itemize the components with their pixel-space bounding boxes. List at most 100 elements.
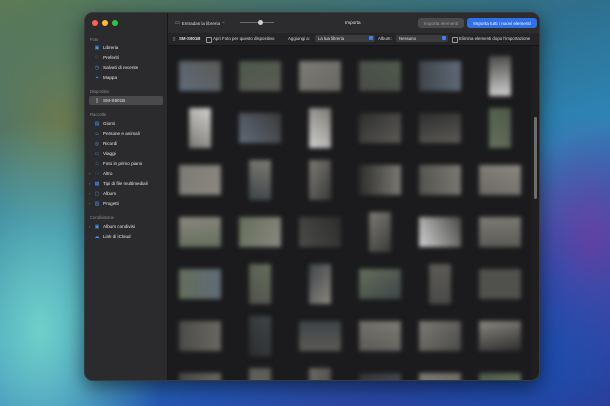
- sidebar-item-altro[interactable]: › ⋯ Altro: [89, 169, 163, 178]
- photo-thumbnail[interactable]: [479, 269, 521, 299]
- map-icon: ⌖: [95, 74, 99, 81]
- photo-thumbnail[interactable]: [359, 321, 401, 351]
- photo-thumbnail[interactable]: [179, 373, 221, 380]
- sidebar-item-link-di-icloud[interactable]: ☁ Link di iCloud: [89, 232, 163, 241]
- photo-thumbnail[interactable]: [489, 56, 511, 96]
- sidebar-item-progetti[interactable]: › ▥ Progetti: [89, 199, 163, 208]
- sidebar-item-label: Link di iCloud: [103, 234, 131, 239]
- sidebar-item-label: SM-S901B: [103, 98, 126, 103]
- projects-icon: ▥: [94, 200, 100, 207]
- photo-thumbnail[interactable]: [299, 61, 341, 91]
- photo-thumbnail[interactable]: [179, 165, 221, 195]
- photo-thumbnail[interactable]: [249, 264, 271, 304]
- star-icon: ☆: [94, 160, 100, 167]
- add-to-popup[interactable]: La tua libreria: [315, 35, 375, 42]
- sidebar-item-preferiti[interactable]: ♡ Preferiti: [89, 53, 163, 62]
- photo-thumbnail[interactable]: [309, 160, 331, 200]
- sidebar-item-giorni[interactable]: ▤ Giorni: [89, 119, 163, 128]
- sidebar-item-album-condivisi[interactable]: › ▣ Album condivisi: [89, 222, 163, 231]
- device-icon: ▯: [173, 36, 176, 41]
- photo-thumbnail[interactable]: [239, 113, 281, 143]
- chevron-right-icon[interactable]: ›: [89, 201, 90, 206]
- library-dropdown[interactable]: ▭ Entradas la libreria ⌃: [175, 20, 225, 26]
- zoom-slider[interactable]: [240, 19, 274, 25]
- zoom-window-button[interactable]: [112, 20, 118, 26]
- sidebar-item-tipi-di-file[interactable]: › ▦ Tipi di file multimediali: [89, 179, 163, 188]
- photo-thumbnail[interactable]: [419, 165, 461, 195]
- add-to-value: La tua libreria: [318, 36, 345, 41]
- photo-thumbnail[interactable]: [429, 264, 451, 304]
- scrollbar[interactable]: [534, 117, 537, 199]
- sidebar-item-foto-in-primo-piano[interactable]: ☆ Foto in primo piano: [89, 159, 163, 168]
- photo-thumbnail[interactable]: [359, 373, 401, 380]
- chevron-down-icon: [442, 36, 446, 41]
- photo-thumbnail[interactable]: [479, 373, 521, 380]
- photo-thumbnail[interactable]: [309, 108, 331, 148]
- photo-thumbnail[interactable]: [419, 373, 461, 380]
- sidebar-item-label: Giorni: [103, 121, 116, 126]
- photo-thumbnail[interactable]: [299, 217, 341, 247]
- sidebar-item-persone-e-animali[interactable]: ☺ Persone e animali: [89, 129, 163, 138]
- photo-thumbnail[interactable]: [179, 61, 221, 91]
- photo-thumbnail[interactable]: [299, 321, 341, 351]
- sidebar-item-album[interactable]: › ▢ Album: [89, 189, 163, 198]
- section-title-condivisione: Condivisione: [90, 215, 114, 220]
- photo-thumbnail[interactable]: [359, 113, 401, 143]
- chevron-down-icon: [369, 36, 373, 41]
- photo-thumbnail[interactable]: [419, 217, 461, 247]
- photo-thumbnail[interactable]: [479, 165, 521, 195]
- photo-thumbnail[interactable]: [179, 269, 221, 299]
- sidebar-item-device[interactable]: ▯ SM-S901B: [89, 96, 163, 105]
- album-popup[interactable]: Nessuno: [396, 35, 448, 42]
- sidebar-item-label: Viaggi: [103, 151, 116, 156]
- photo-thumbnail[interactable]: [419, 61, 461, 91]
- chevron-right-icon[interactable]: ›: [89, 191, 90, 196]
- album-value: Nessuno: [399, 36, 416, 41]
- photo-thumbnail[interactable]: [249, 316, 271, 356]
- minimize-window-button[interactable]: [102, 20, 108, 26]
- sidebar-item-label: Ricordi: [103, 141, 118, 146]
- open-photos-label: Apri Foto per questo dispositivo: [213, 36, 275, 41]
- delete-after-checkbox[interactable]: [452, 36, 458, 43]
- photo-thumbnail[interactable]: [489, 108, 511, 148]
- open-photos-checkbox[interactable]: [206, 36, 212, 43]
- sidebar-item-libreria[interactable]: ▣ Libreria: [89, 43, 163, 52]
- photo-thumbnail[interactable]: [479, 217, 521, 247]
- sidebar-item-salvati-di-recente[interactable]: ◷ Salvati di recente: [89, 63, 163, 72]
- sidebar-item-mappa[interactable]: ⌖ Mappa: [89, 73, 163, 82]
- slider-knob[interactable]: [258, 19, 263, 25]
- photo-thumbnail[interactable]: [249, 160, 271, 200]
- window-title: Importa: [345, 20, 361, 25]
- sidebar-item-label: Foto in primo piano: [103, 161, 143, 166]
- photo-thumbnail[interactable]: [309, 264, 331, 304]
- photo-thumbnail[interactable]: [239, 217, 281, 247]
- photo-thumbnail[interactable]: [419, 321, 461, 351]
- photo-thumbnail[interactable]: [179, 321, 221, 351]
- chevron-right-icon[interactable]: ›: [89, 181, 90, 186]
- chevron-right-icon[interactable]: ›: [89, 171, 90, 176]
- import-selected-button[interactable]: Importa elementi: [418, 18, 464, 28]
- sidebar: Foto ▣ Libreria ♡ Preferiti ◷ Salvati di re…: [85, 13, 168, 380]
- photo-thumbnail[interactable]: [359, 61, 401, 91]
- photo-thumbnail[interactable]: [359, 269, 401, 299]
- photo-thumbnail[interactable]: [309, 368, 331, 380]
- close-window-button[interactable]: [92, 20, 98, 26]
- photo-thumbnail[interactable]: [179, 217, 221, 247]
- photo-thumbnail[interactable]: [249, 368, 271, 380]
- photo-thumbnail[interactable]: [189, 108, 211, 148]
- photo-thumbnail[interactable]: [359, 165, 401, 195]
- chevron-right-icon[interactable]: ›: [89, 224, 90, 229]
- photo-thumbnail[interactable]: [419, 113, 461, 143]
- sidebar-item-label: Tipi di file multimediali: [103, 181, 148, 186]
- sidebar-item-label: Album condivisi: [103, 224, 135, 229]
- window-controls: [92, 20, 118, 26]
- album-label: Album:: [378, 36, 392, 41]
- photo-thumbnail[interactable]: [479, 321, 521, 351]
- photo-thumbnail[interactable]: [369, 212, 391, 252]
- import-all-button[interactable]: Importa tutti i nuovi elementi: [467, 18, 537, 28]
- photo-thumbnail[interactable]: [239, 61, 281, 91]
- suitcase-icon: ▭: [94, 150, 100, 157]
- sidebar-item-ricordi[interactable]: ◎ Ricordi: [89, 139, 163, 148]
- sidebar-item-viaggi[interactable]: ▭ Viaggi: [89, 149, 163, 158]
- sidebar-item-label: Album: [103, 191, 117, 196]
